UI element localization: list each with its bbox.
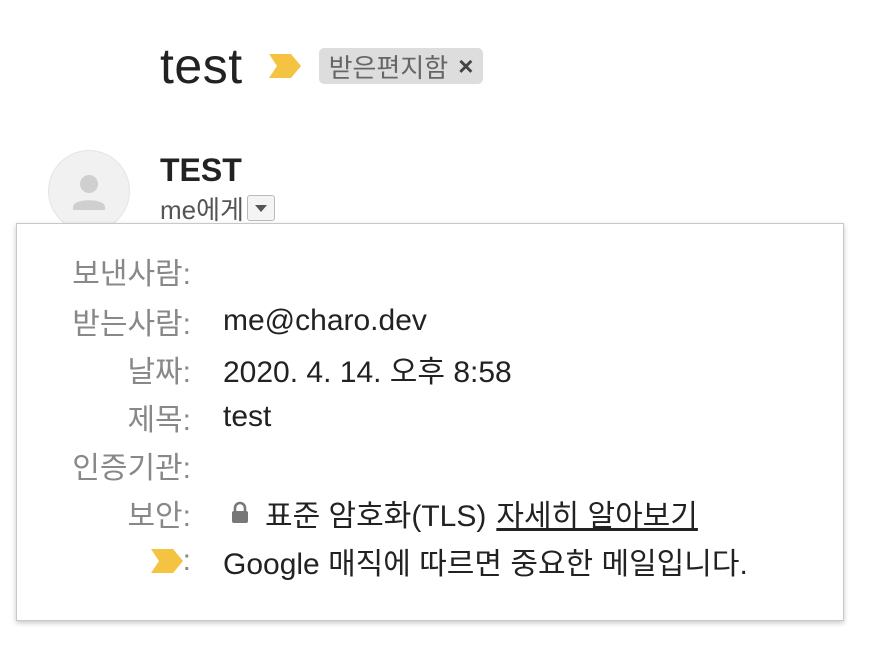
importance-marker-icon[interactable] bbox=[268, 54, 301, 78]
detail-row-from: 보낸사람: bbox=[17, 251, 223, 291]
subject-header: test 받은편지함 × bbox=[160, 36, 484, 96]
recipient-summary: me에게 bbox=[160, 194, 244, 225]
importance-key: : bbox=[17, 544, 223, 578]
recipient-summary-row: me에게 bbox=[160, 192, 275, 225]
email-view: test 받은편지함 × TEST me에게 보낸사람: 받는사람: me@ch… bbox=[0, 0, 876, 660]
detail-row-importance: : Google 매직에 따르면 중요한 메일입니다. bbox=[17, 541, 748, 581]
security-value: 표준 암호화(TLS) bbox=[265, 500, 487, 533]
subject-value: test bbox=[223, 400, 272, 433]
learn-more-link[interactable]: 자세히 알아보기 bbox=[496, 491, 698, 535]
sender-name: TEST bbox=[160, 152, 242, 188]
show-details-button[interactable] bbox=[246, 195, 275, 221]
importance-value: Google 매직에 따르면 중요한 메일입니다. bbox=[223, 548, 748, 581]
date-label: 날짜: bbox=[127, 356, 191, 389]
importance-marker-icon bbox=[150, 549, 183, 573]
detail-row-date: 날짜: 2020. 4. 14. 오후 8:58 bbox=[17, 349, 512, 389]
security-label: 보안: bbox=[127, 500, 191, 533]
signed-by-label: 인증기관: bbox=[72, 452, 191, 485]
person-avatar-icon bbox=[48, 150, 130, 232]
to-value[interactable]: me@charo.dev bbox=[223, 304, 427, 338]
subject-label: 제목: bbox=[127, 404, 191, 437]
from-label: 보낸사람: bbox=[72, 258, 191, 291]
detail-row-subject: 제목: test bbox=[17, 397, 271, 437]
security-value-group: 표준 암호화(TLS) 자세히 알아보기 bbox=[223, 491, 698, 535]
inbox-label-chip[interactable]: 받은편지함 × bbox=[318, 48, 484, 84]
detail-row-to: 받는사람: me@charo.dev bbox=[17, 301, 427, 341]
caret-down-icon bbox=[254, 205, 267, 212]
remove-label-button[interactable]: × bbox=[458, 51, 473, 82]
message-details-popup: 보낸사람: 받는사람: me@charo.dev 날짜: 2020. 4. 14… bbox=[16, 223, 844, 621]
to-label: 받는사람: bbox=[72, 308, 191, 341]
detail-row-signed-by: 인증기관: bbox=[17, 445, 223, 485]
detail-row-security: 보안: 표준 암호화(TLS) 자세히 알아보기 bbox=[17, 491, 698, 535]
importance-colon: : bbox=[182, 544, 191, 577]
inbox-label-text: 받은편지함 bbox=[328, 52, 449, 83]
date-value: 2020. 4. 14. 오후 8:58 bbox=[223, 356, 512, 389]
lock-icon bbox=[229, 500, 251, 526]
subject-title: test bbox=[160, 38, 243, 94]
